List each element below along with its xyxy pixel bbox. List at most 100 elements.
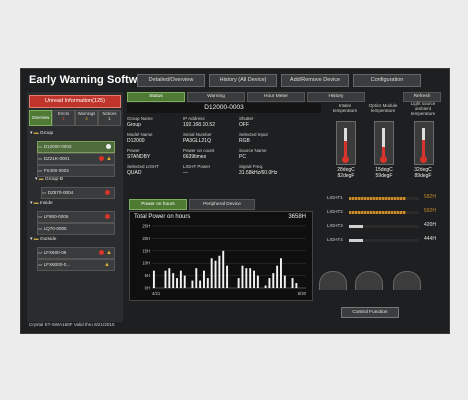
chart-bar [249, 268, 252, 288]
device-item-d12000[interactable]: ▭ D12000-0003 [37, 141, 115, 153]
error-icon [105, 214, 110, 219]
info-label: Power [127, 148, 140, 153]
tab-peripheral-device[interactable]: Peripheral Device [189, 199, 255, 210]
device-item-dz21k[interactable]: ▭ DZ21K-0001 ▲ [37, 153, 115, 165]
tab-hour-meter[interactable]: Hour Meter [247, 92, 305, 102]
device-item-fx400[interactable]: ▭ FX400-0002 [37, 165, 115, 177]
info-label: Serial Number [183, 132, 212, 137]
chart-bar [272, 273, 275, 288]
info-label: Source Name [239, 148, 267, 153]
device-item-lf900[interactable]: ▭ LF900-0006 [37, 211, 115, 223]
device-info-grid: Group Name Group IP Address 192.168.10.5… [127, 116, 321, 186]
device-name: LFX600-06 [43, 250, 67, 255]
group-header[interactable]: ▾ ▬ Inside [30, 201, 53, 206]
y-tick-label: 10H [142, 261, 150, 266]
info-value: PA3GLL21Q [183, 138, 211, 144]
optics-thermometer [374, 121, 394, 165]
status-ok-icon [106, 144, 111, 149]
tab-power-on-hours[interactable]: Power on hours [129, 199, 187, 210]
info-label: Signal Freq. [239, 164, 264, 169]
fan-gauge-icon [355, 271, 383, 290]
chart-bar [164, 270, 167, 288]
info-label: Model Name [127, 132, 153, 137]
info-label: Selected Input [239, 132, 268, 137]
device-title: D12000-0003 [127, 103, 321, 113]
control-function-button[interactable]: Control Function [341, 307, 399, 318]
device-item-lfx600[interactable]: ▭ LFX600-06 ▲ [37, 247, 115, 259]
light-hours: 444H [424, 236, 436, 242]
configuration-button[interactable]: Configuration [353, 74, 421, 87]
light-hours: 420H [424, 222, 436, 228]
chart-bar [214, 260, 217, 288]
temp-header: Light source ambient temperature [410, 101, 436, 116]
license-info: Crystal ET-SWA160F Valid thru 6/21/2015 [29, 322, 115, 327]
device-name: FX400-0002 [43, 168, 69, 173]
y-tick-label: 15H [142, 248, 150, 253]
device-name: LF900-0006 [43, 214, 69, 219]
detailed-overview-button[interactable]: Detailed/Overview [137, 74, 205, 87]
folder-icon: ▬ [38, 177, 44, 182]
x-tick-label: 4/21 [152, 291, 161, 296]
light-label: LIGHT3 [327, 223, 343, 228]
error-icon [99, 250, 104, 255]
chart-bar [245, 268, 248, 288]
chart-bar [280, 258, 282, 288]
history-all-device-button[interactable]: History (All Device) [209, 74, 277, 87]
unread-information-button[interactable]: Unread Information(125) [29, 95, 121, 108]
info-value: STANDBY [127, 154, 151, 160]
error-icon [105, 190, 110, 195]
chart-bar [203, 270, 205, 288]
group-header[interactable]: ▾ ▬ Outside [30, 237, 56, 242]
group-header[interactable]: ▾ ▬ Group-B [35, 177, 63, 182]
chart-bar [179, 270, 182, 288]
chart-bar [291, 278, 294, 288]
light-ambient-thermometer [414, 121, 434, 165]
light4-bar [349, 239, 419, 242]
error-icon [99, 156, 104, 161]
chart-bar [191, 280, 194, 288]
chart-bar [256, 275, 259, 288]
notices-count: 1 [108, 116, 111, 121]
tab-notices[interactable]: Notices 1 [98, 110, 121, 126]
chart-bar [218, 255, 221, 288]
device-item-lq70[interactable]: ▭ LQ70-0005 [37, 223, 115, 235]
intake-thermometer [336, 121, 356, 165]
errors-count: 1 [62, 116, 65, 121]
device-item-lfx6000[interactable]: ▭ LFX6000-0... ▲ [37, 259, 115, 271]
y-tick-label: 0H [145, 286, 150, 291]
device-name: DZ21K-0001 [43, 156, 70, 161]
light3-bar [349, 225, 419, 228]
info-value: 192.168.10.52 [183, 122, 215, 128]
light-label: LIGHT2 [327, 209, 343, 214]
light-hours-panel: LIGHT1 582H LIGHT2 592H LIGHT3 420H LIGH… [327, 193, 445, 249]
info-label: Power on count [183, 148, 215, 153]
add-remove-device-button[interactable]: Add/Remove Device [281, 74, 349, 87]
chart-bar [168, 268, 171, 288]
tab-warning[interactable]: Warning [187, 92, 245, 102]
device-name: LFX6000-0... [43, 262, 71, 267]
tab-overview[interactable]: Overview [29, 110, 52, 126]
warnings-count: 4 [85, 116, 88, 121]
chart-bar [183, 275, 186, 288]
chart-bar [176, 278, 178, 288]
info-label: LIGHT Power [183, 164, 211, 169]
chart-bar [241, 265, 244, 288]
chart-bar [222, 250, 225, 288]
tab-warnings[interactable]: Warnings 4 [75, 110, 98, 126]
tab-status[interactable]: Status [127, 92, 185, 102]
info-label: IP Address [183, 116, 205, 121]
tab-history[interactable]: History [307, 92, 365, 102]
device-sidebar: Unread Information(125) Overview Errors … [27, 92, 123, 322]
device-item-dz870[interactable]: ▭ DZ870-0004 [41, 187, 115, 199]
chart-bar [226, 265, 229, 288]
chart-bar [199, 280, 202, 288]
group-header[interactable]: ▾ ▬ Group [30, 131, 53, 136]
light-label: LIGHT1 [327, 195, 343, 200]
light1-bar [349, 197, 419, 200]
chart-bar [283, 275, 286, 288]
device-name: LQ70-0005 [43, 226, 67, 231]
tab-errors[interactable]: Errors 1 [52, 110, 75, 126]
info-value: 6639times [183, 154, 207, 160]
chart-bar [276, 265, 279, 288]
group-name: Inside [39, 201, 53, 206]
